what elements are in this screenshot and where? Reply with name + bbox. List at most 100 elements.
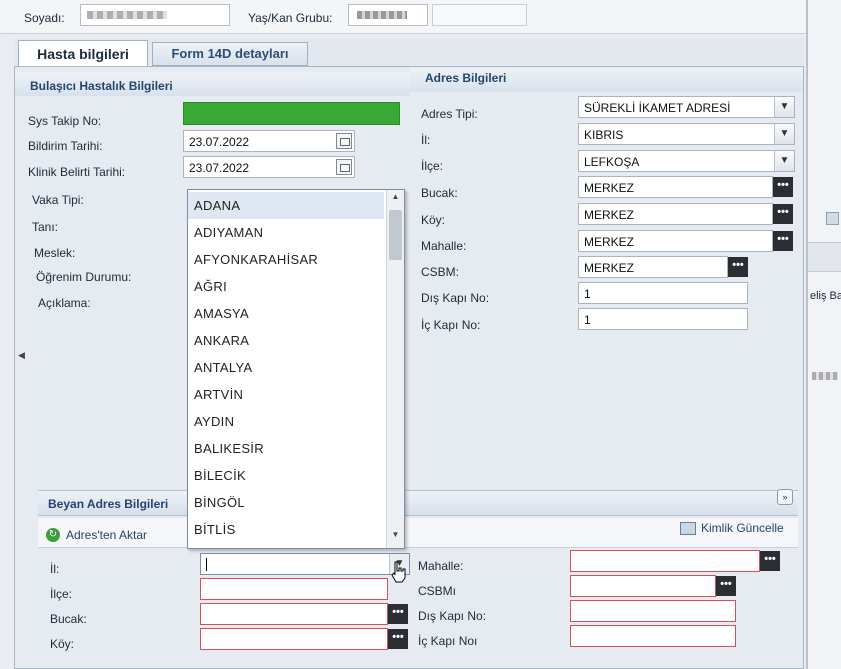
dropdown-item[interactable]: BİLECİK: [188, 462, 384, 489]
notice-date-field[interactable]: 23.07.2022: [183, 130, 355, 152]
declared-village-field[interactable]: [200, 628, 388, 650]
dropdown-item[interactable]: ARTVİN: [188, 381, 384, 408]
neighborhood-label: Mahalle:: [421, 239, 467, 253]
transfer-button[interactable]: ↻ Adres'ten Aktar: [46, 526, 147, 544]
notice-date-label: Bildirim Tarihi:: [28, 139, 103, 153]
more-icon[interactable]: •••: [388, 629, 408, 649]
dropdown-items: ADANA ADIYAMAN AFYONKARAHİSAR AĞRI AMASYA ANK…: [188, 192, 384, 548]
tab-form-14d[interactable]: Form 14D detayları: [152, 42, 308, 66]
scroll-up-icon[interactable]: ▲: [387, 192, 404, 206]
dropdown-item[interactable]: BİTLİS: [188, 516, 384, 543]
tab-label: Form 14D detayları: [171, 46, 289, 61]
neighborhood-field[interactable]: MERKEZ: [578, 230, 773, 252]
bg-icon: [826, 212, 839, 225]
collapse-icon[interactable]: »: [777, 489, 793, 505]
clinical-date-field[interactable]: 23.07.2022: [183, 156, 355, 178]
clinical-date-label: Klinik Belirti Tarihi:: [28, 165, 126, 179]
more-icon[interactable]: •••: [773, 177, 793, 197]
address-type-value: SÜREKLİ İKAMET ADRESİ: [584, 101, 731, 115]
clinical-date-value: 23.07.2022: [189, 161, 250, 175]
sys-takip-label: Sys Takip No:: [28, 114, 102, 128]
declared-door-out-label: Dış Kapı No:: [418, 609, 487, 623]
district-select[interactable]: LEFKOŞA ▼: [578, 150, 795, 172]
more-icon[interactable]: •••: [773, 204, 793, 224]
bg-blur: [812, 372, 838, 380]
city-select[interactable]: KIBRIS ▼: [578, 123, 795, 145]
declared-door-out-field[interactable]: [570, 600, 736, 622]
city-label: İl:: [421, 133, 431, 147]
more-icon[interactable]: •••: [773, 231, 793, 251]
diagnosis-label: Tanı:: [32, 220, 59, 234]
surname-field[interactable]: [80, 4, 230, 26]
more-icon[interactable]: •••: [728, 257, 748, 277]
csbm-value: MERKEZ: [584, 261, 635, 275]
top-right-field: [432, 4, 527, 26]
csbm-field[interactable]: MERKEZ: [578, 256, 728, 278]
dropdown-scrollbar[interactable]: ▲ ▼: [386, 190, 404, 548]
dropdown-item[interactable]: AĞRI: [188, 273, 384, 300]
transfer-label: Adres'ten Aktar: [66, 528, 147, 542]
door-in-field[interactable]: 1: [578, 308, 748, 330]
dropdown-item[interactable]: BALIKESİR: [188, 435, 384, 462]
tab-hasta-bilgileri[interactable]: Hasta bilgileri: [18, 40, 148, 68]
bg-partial-label: eliş Ba: [810, 290, 841, 302]
update-identity-button[interactable]: Kimlik Güncelle: [680, 519, 784, 537]
declared-neighborhood-field[interactable]: [570, 550, 760, 572]
village-field[interactable]: MERKEZ: [578, 203, 773, 225]
surname-label: Soyadı:: [24, 11, 65, 25]
dropdown-item[interactable]: ADANA: [188, 192, 384, 219]
door-out-field[interactable]: 1: [578, 282, 748, 304]
declared-csbm-field[interactable]: [570, 575, 716, 597]
bg-strip: [808, 242, 841, 272]
case-type-label: Vaka Tipi:: [32, 193, 84, 207]
village-label: Köy:: [421, 213, 446, 227]
chevron-down-icon[interactable]: ▼: [774, 97, 794, 117]
education-label: Öğrenim Durumu:: [36, 270, 132, 284]
blurred-text: [87, 11, 167, 19]
door-in-value: 1: [584, 313, 591, 327]
dropdown-item[interactable]: BOLU: [188, 543, 384, 548]
dropdown-item[interactable]: AMASYA: [188, 300, 384, 327]
declared-city-select[interactable]: ▼: [200, 553, 410, 575]
hand-cursor-icon: [390, 560, 408, 584]
calendar-icon[interactable]: [336, 133, 352, 149]
age-group-field[interactable]: [348, 4, 428, 26]
neighborhood-value: MERKEZ: [584, 235, 635, 249]
sys-takip-field[interactable]: [183, 102, 400, 125]
declared-town-field[interactable]: [200, 603, 388, 625]
district-label: İlçe:: [421, 159, 444, 173]
dropdown-item[interactable]: AYDIN: [188, 408, 384, 435]
more-icon[interactable]: •••: [716, 576, 736, 596]
declared-district-label: İlçe:: [50, 587, 73, 601]
more-icon[interactable]: •••: [388, 604, 408, 624]
scroll-thumb[interactable]: [389, 210, 402, 260]
address-type-label: Adres Tipi:: [421, 107, 478, 121]
scroll-down-icon[interactable]: ▼: [387, 530, 404, 544]
dropdown-item[interactable]: AFYONKARAHİSAR: [188, 246, 384, 273]
dropdown-item[interactable]: ADIYAMAN: [188, 219, 384, 246]
chevron-down-icon[interactable]: ▼: [774, 124, 794, 144]
declared-title: Beyan Adres Bilgileri: [48, 497, 169, 511]
dropdown-item[interactable]: ANKARA: [188, 327, 384, 354]
dropdown-item[interactable]: BİNGÖL: [188, 489, 384, 516]
city-value: KIBRIS: [584, 128, 624, 142]
age-group-label: Yaş/Kan Grubu:: [248, 11, 333, 25]
city-dropdown-list[interactable]: ADANA ADIYAMAN AFYONKARAHİSAR AĞRI AMASYA ANK…: [187, 189, 405, 549]
text-cursor: [206, 558, 207, 571]
declared-town-label: Bucak:: [50, 612, 87, 626]
declared-district-field[interactable]: [200, 578, 388, 600]
disease-title: Bulaşıcı Hastalık Bilgileri: [30, 79, 173, 93]
address-type-select[interactable]: SÜREKLİ İKAMET ADRESİ ▼: [578, 96, 795, 118]
more-icon[interactable]: •••: [760, 551, 780, 571]
calendar-icon[interactable]: [336, 159, 352, 175]
refresh-icon: ↻: [46, 528, 60, 542]
id-card-icon: [680, 521, 696, 535]
town-field[interactable]: MERKEZ: [578, 176, 773, 198]
declared-city-label: İl:: [50, 562, 60, 576]
declared-door-in-field[interactable]: [570, 625, 736, 647]
chevron-down-icon[interactable]: ▼: [774, 151, 794, 171]
dropdown-item[interactable]: ANTALYA: [188, 354, 384, 381]
address-title: Adres Bilgileri: [425, 71, 507, 85]
declared-csbm-label: CSBMı: [418, 584, 457, 598]
panel-left-handle: ◀: [18, 350, 25, 360]
